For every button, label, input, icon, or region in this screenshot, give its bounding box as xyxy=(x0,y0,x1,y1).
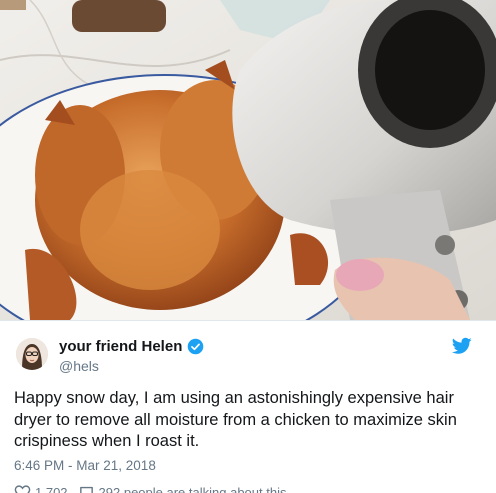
verified-badge-icon xyxy=(188,338,204,355)
avatar[interactable] xyxy=(16,338,48,370)
twitter-bird-icon[interactable] xyxy=(452,337,472,355)
display-name[interactable]: your friend Helen xyxy=(59,338,182,355)
reply-button[interactable]: 292 people are talking about this xyxy=(78,484,287,493)
tweet-actions: 1,702 292 people are talking about this xyxy=(14,484,296,493)
tweet-text: Happy snow day, I am using an astonishin… xyxy=(14,389,457,450)
tweet-photo[interactable] xyxy=(0,0,496,320)
tweet-card: your friend Helen @hels Happy snow day, … xyxy=(0,320,496,493)
chicken-hair-dryer-image xyxy=(0,0,496,320)
replies-label: 292 people are talking about this xyxy=(98,485,287,493)
like-count: 1,702 xyxy=(35,485,68,493)
heart-icon xyxy=(14,485,31,493)
speech-bubble-icon xyxy=(79,486,93,493)
author-name-row[interactable]: your friend Helen xyxy=(59,338,204,355)
tweet-timestamp[interactable]: 6:46 PM - Mar 21, 2018 xyxy=(14,458,156,473)
like-button[interactable]: 1,702 xyxy=(14,484,68,493)
user-handle[interactable]: @hels xyxy=(59,358,99,374)
avatar-portrait-icon xyxy=(16,338,48,370)
